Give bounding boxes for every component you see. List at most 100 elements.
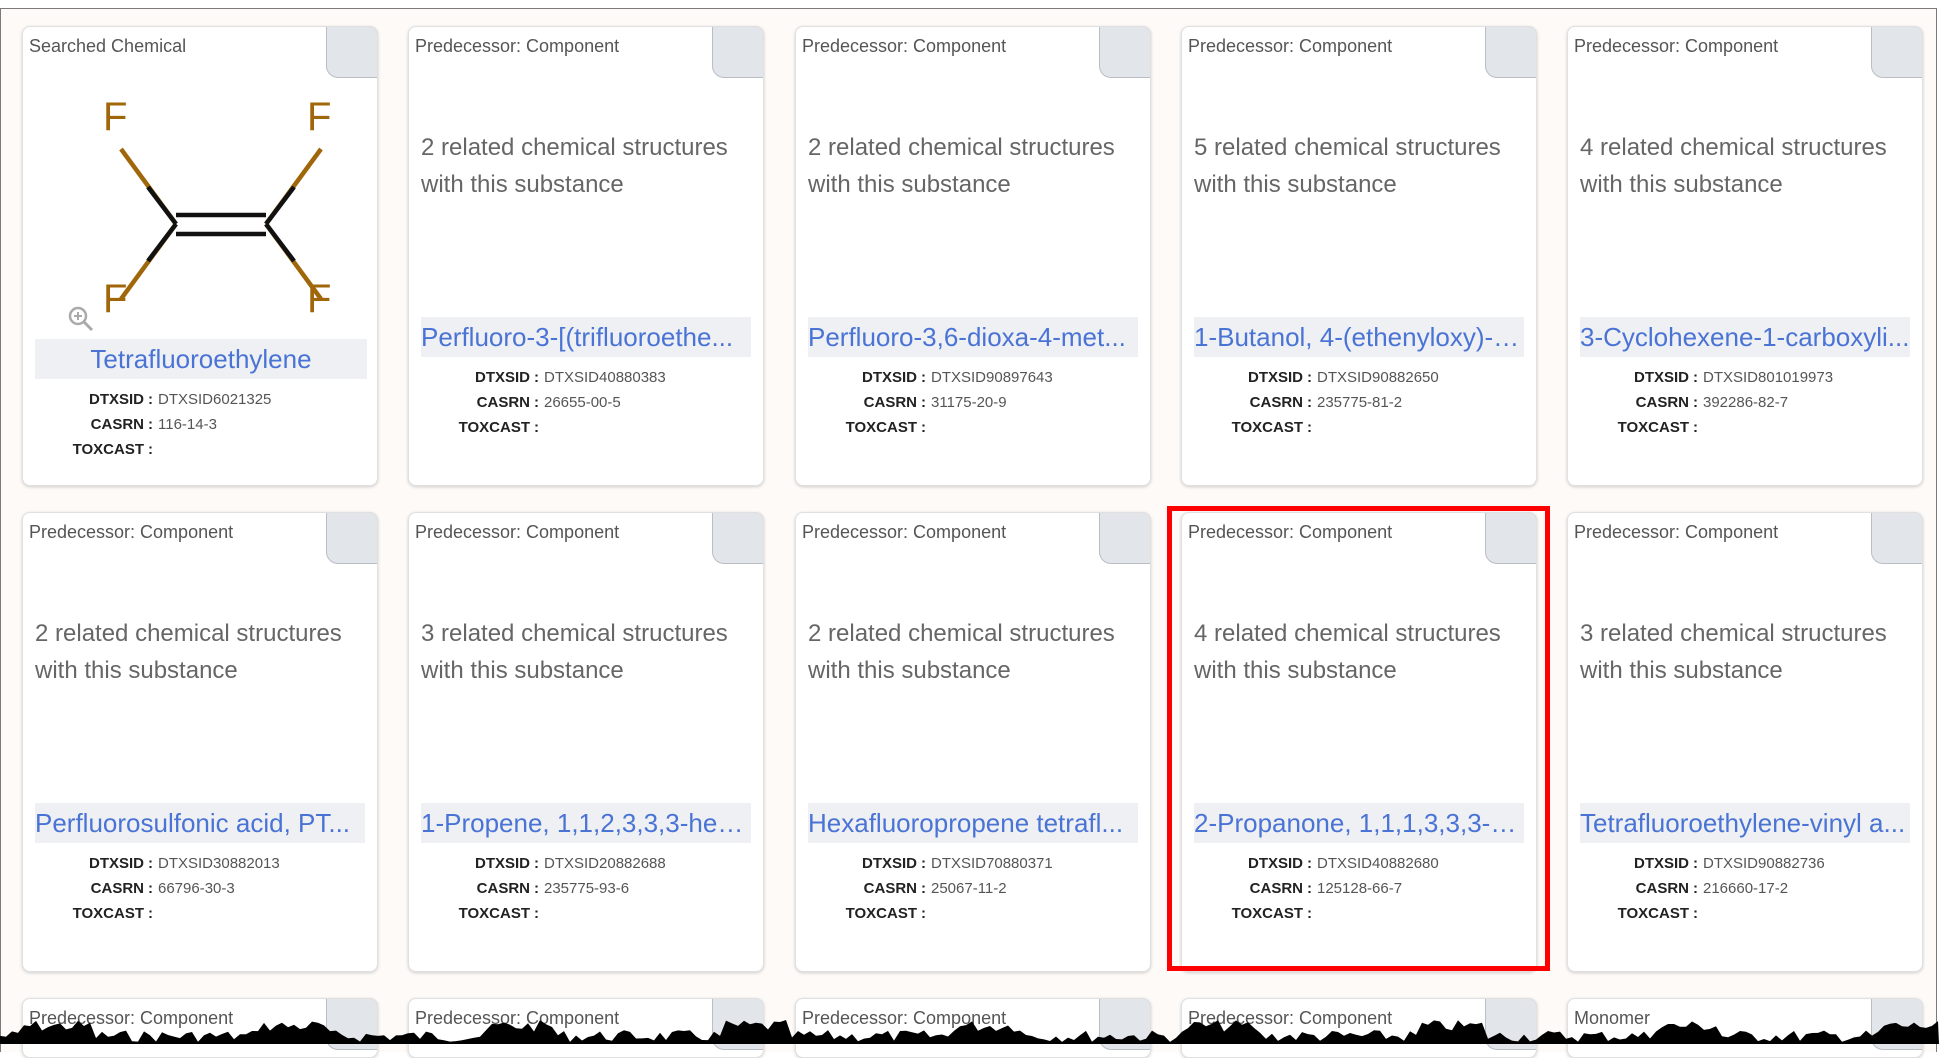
chemical-card[interactable]: Predecessor: Component 4 related chemica… — [1567, 26, 1923, 486]
chemical-name-link[interactable]: 1-Butanol, 4-(ethenyloxy)-, ... — [1194, 317, 1524, 357]
card-select-tab[interactable] — [712, 513, 763, 564]
prop-row-casrn: CASRN : 26655-00-5 — [409, 390, 763, 415]
prop-key: DTXSID — [474, 855, 530, 872]
chemical-properties: DTXSID : DTXSID90897643 CASRN : 31175-20… — [796, 365, 1150, 440]
zoom-in-icon[interactable] — [67, 305, 95, 333]
card-select-tab[interactable] — [1485, 513, 1536, 564]
chemical-name-link[interactable]: Perfluorosulfonic acid, PT... — [35, 803, 365, 843]
prop-value-casrn: 26655-00-5 — [544, 394, 621, 411]
card-type-label: Predecessor: Component — [802, 522, 1007, 542]
prop-key: TOXCAST — [72, 905, 144, 922]
prop-row-dtxsid: DTXSID : DTXSID90897643 — [796, 365, 1150, 390]
chemical-card[interactable]: Predecessor: Component 2 related chemica… — [795, 512, 1151, 972]
prop-row-casrn: CASRN : 392286-82-7 — [1568, 390, 1922, 415]
chemical-name-link[interactable]: Perfluoro-3,6-dioxa-4-met... — [808, 317, 1138, 357]
prop-key: CASRN — [1635, 880, 1689, 897]
card-type-label: Predecessor: Component — [1574, 36, 1779, 56]
chemical-name-link[interactable]: Tetrafluoroethylene — [35, 339, 367, 379]
card-type-label: Predecessor: Component — [802, 36, 1007, 56]
chemical-card[interactable]: Predecessor: Component 2 related chemica… — [408, 26, 764, 486]
chemical-card[interactable]: Predecessor: Component 2 related chemica… — [795, 26, 1151, 486]
prop-key: TOXCAST — [1617, 419, 1689, 436]
card-select-tab[interactable] — [1099, 513, 1150, 564]
prop-key: CASRN — [90, 416, 144, 433]
prop-row-dtxsid: DTXSID : DTXSID40882680 — [1182, 851, 1536, 876]
prop-key: TOXCAST — [845, 419, 917, 436]
card-select-tab[interactable] — [1871, 27, 1922, 78]
prop-key: DTXSID — [88, 855, 144, 872]
chemical-name-link[interactable]: 1-Propene, 1,1,2,3,3,3-hex... — [421, 803, 751, 843]
card-select-tab[interactable] — [326, 513, 377, 564]
card-select-tab[interactable] — [1099, 27, 1150, 78]
prop-row-toxcast: TOXCAST : — [1182, 901, 1536, 926]
prop-row-toxcast: TOXCAST : — [409, 415, 763, 440]
prop-key: TOXCAST — [72, 441, 144, 458]
prop-key: TOXCAST — [458, 905, 530, 922]
prop-key: TOXCAST — [1231, 419, 1303, 436]
chemical-card[interactable]: Predecessor: Component 2 related chemica… — [22, 512, 378, 972]
chemical-name-link[interactable]: 3-Cyclohexene-1-carboxyli... — [1580, 317, 1910, 357]
prop-row-toxcast: TOXCAST : — [409, 901, 763, 926]
prop-row-dtxsid: DTXSID : DTXSID30882013 — [23, 851, 377, 876]
related-structures-text: 2 related chemical structures with this … — [808, 620, 1115, 684]
prop-value-dtxsid: DTXSID40880383 — [544, 369, 666, 386]
prop-row-casrn: CASRN : 116-14-3 — [23, 412, 377, 437]
related-structures-text: 5 related chemical structures with this … — [1194, 134, 1501, 198]
card-type-label: Predecessor: Component — [29, 522, 234, 542]
prop-row-toxcast: TOXCAST : — [1568, 901, 1922, 926]
chemical-name-link[interactable]: Perfluoro-3-[(trifluoroethe... — [421, 317, 751, 357]
prop-key: CASRN — [476, 394, 530, 411]
prop-value-dtxsid: DTXSID801019973 — [1703, 369, 1834, 386]
card-select-tab[interactable] — [326, 27, 377, 78]
prop-value-dtxsid: DTXSID90882650 — [1317, 369, 1439, 386]
prop-row-casrn: CASRN : 235775-93-6 — [409, 876, 763, 901]
card-type-label: Predecessor: Component — [415, 36, 620, 56]
prop-row-dtxsid: DTXSID : DTXSID70880371 — [796, 851, 1150, 876]
prop-row-dtxsid: DTXSID : DTXSID90882650 — [1182, 365, 1536, 390]
card-select-tab[interactable] — [712, 27, 763, 78]
prop-row-casrn: CASRN : 66796-30-3 — [23, 876, 377, 901]
prop-value-dtxsid: DTXSID30882013 — [158, 855, 280, 872]
chemical-properties: DTXSID : DTXSID70880371 CASRN : 25067-11… — [796, 851, 1150, 926]
related-structures-text: 3 related chemical structures with this … — [1580, 620, 1887, 684]
related-structures-text: 2 related chemical structures with this … — [421, 134, 728, 198]
atom-label: F — [307, 95, 332, 139]
chemical-name-link[interactable]: Tetrafluoroethylene-vinyl a... — [1580, 803, 1910, 843]
prop-row-dtxsid: DTXSID : DTXSID40880383 — [409, 365, 763, 390]
prop-row-dtxsid: DTXSID : DTXSID90882736 — [1568, 851, 1922, 876]
chemical-card[interactable]: Predecessor: Component 4 related chemica… — [1181, 512, 1537, 972]
card-select-tab[interactable] — [1871, 513, 1922, 564]
chemical-properties: DTXSID : DTXSID40880383 CASRN : 26655-00… — [409, 365, 763, 440]
prop-key: CASRN — [863, 394, 917, 411]
prop-value-casrn: 31175-20-9 — [931, 394, 1007, 411]
prop-row-dtxsid: DTXSID : DTXSID6021325 — [23, 387, 377, 412]
prop-key: DTXSID — [474, 369, 530, 386]
prop-row-casrn: CASRN : 235775-81-2 — [1182, 390, 1536, 415]
prop-key: CASRN — [1249, 880, 1303, 897]
card-select-tab[interactable] — [1485, 27, 1536, 78]
prop-value-dtxsid: DTXSID70880371 — [931, 855, 1053, 872]
prop-row-dtxsid: DTXSID : DTXSID801019973 — [1568, 365, 1922, 390]
prop-value-dtxsid: DTXSID90897643 — [931, 369, 1053, 386]
prop-key: DTXSID — [1247, 369, 1303, 386]
prop-key: DTXSID — [88, 391, 144, 408]
prop-row-casrn: CASRN : 31175-20-9 — [796, 390, 1150, 415]
searched-chemical-card[interactable]: Searched Chemical F F F F Tetrafluoroeth… — [22, 26, 378, 486]
prop-key: TOXCAST — [1231, 905, 1303, 922]
prop-value-casrn: 235775-93-6 — [544, 880, 630, 897]
related-structures-text: 2 related chemical structures with this … — [808, 134, 1115, 198]
chemical-name-link[interactable]: Hexafluoropropene tetrafl... — [808, 803, 1138, 843]
chemical-card[interactable]: Predecessor: Component 5 related chemica… — [1181, 26, 1537, 486]
chemical-properties: DTXSID : DTXSID801019973 CASRN : 392286-… — [1568, 365, 1922, 440]
prop-row-toxcast: TOXCAST : — [23, 437, 377, 462]
prop-value-casrn: 125128-66-7 — [1317, 880, 1403, 897]
chemical-properties: DTXSID : DTXSID90882736 CASRN : 216660-1… — [1568, 851, 1922, 926]
chemical-card[interactable]: Predecessor: Component 3 related chemica… — [408, 512, 764, 972]
atom-label: F — [307, 277, 332, 321]
prop-row-toxcast: TOXCAST : — [796, 415, 1150, 440]
chemical-name-link[interactable]: 2-Propanone, 1,1,1,3,3,3-h... — [1194, 803, 1524, 843]
chemical-card[interactable]: Predecessor: Component 3 related chemica… — [1567, 512, 1923, 972]
card-type-label: Predecessor: Component — [1574, 522, 1779, 542]
atom-label: F — [103, 277, 128, 321]
prop-key: DTXSID — [861, 855, 917, 872]
